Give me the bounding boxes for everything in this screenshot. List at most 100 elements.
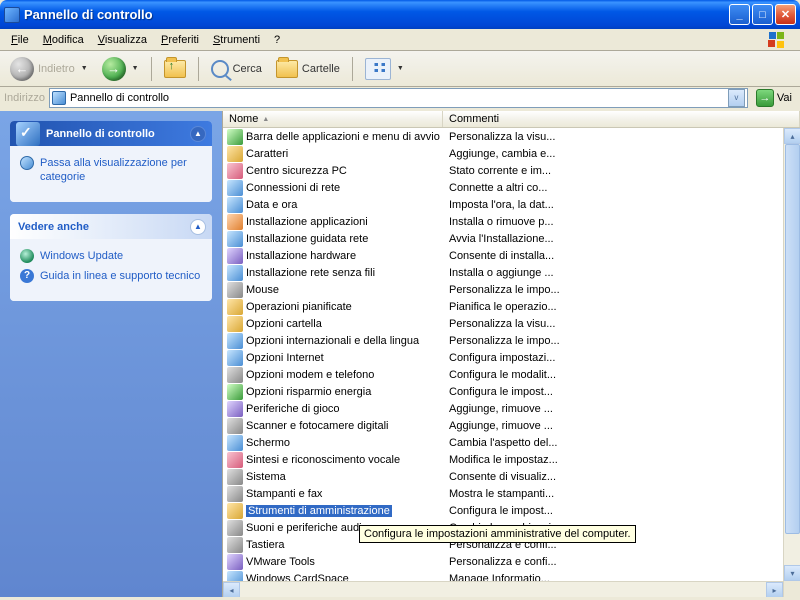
menu-help[interactable]: ? — [267, 32, 287, 48]
item-comment: Personalizza la visu... — [443, 318, 800, 330]
address-bar: Indirizzo Pannello di controllo v → Vai — [0, 87, 800, 111]
column-header-name[interactable]: Nome ▲ — [223, 111, 443, 127]
list-item[interactable]: CaratteriAggiunge, cambia e... — [223, 145, 800, 162]
sidebar-link-windows-update[interactable]: Windows Update — [20, 249, 202, 263]
views-icon — [365, 58, 391, 80]
item-icon — [227, 163, 243, 179]
list-item[interactable]: Scanner e fotocamere digitaliAggiunge, r… — [223, 417, 800, 434]
scroll-right-button[interactable]: ▸ — [766, 582, 783, 597]
item-icon — [227, 146, 243, 162]
item-comment: Stato corrente e im... — [443, 165, 800, 177]
tooltip: Configura le impostazioni amministrative… — [359, 525, 636, 543]
list-item[interactable]: Installazione guidata reteAvvia l'Instal… — [223, 230, 800, 247]
item-comment: Consente di installa... — [443, 250, 800, 262]
item-name: Caratteri — [246, 148, 288, 160]
list-item[interactable]: Opzioni risparmio energiaConfigura le im… — [223, 383, 800, 400]
item-comment: Configura impostazi... — [443, 352, 800, 364]
item-icon — [227, 316, 243, 332]
list-item[interactable]: Installazione rete senza filiInstalla o … — [223, 264, 800, 281]
list-item[interactable]: Opzioni internazionali e della linguaPer… — [223, 332, 800, 349]
item-comment: Imposta l'ora, la dat... — [443, 199, 800, 211]
menu-preferiti[interactable]: Preferiti — [154, 32, 206, 48]
close-button[interactable]: ✕ — [775, 4, 796, 25]
item-icon — [227, 180, 243, 196]
back-arrow-icon: ← — [10, 57, 34, 81]
list-item[interactable]: Opzioni InternetConfigura impostazi... — [223, 349, 800, 366]
list-item[interactable]: Periferiche di giocoAggiunge, rimuove ..… — [223, 400, 800, 417]
list-item[interactable]: Sintesi e riconoscimento vocaleModifica … — [223, 451, 800, 468]
list-item[interactable]: Stampanti e faxMostra le stampanti... — [223, 485, 800, 502]
item-name: Periferiche di gioco — [246, 403, 340, 415]
sidebar-link-category-view[interactable]: Passa alla visualizzazione per categorie — [20, 156, 202, 184]
item-comment: Configura le modalit... — [443, 369, 800, 381]
views-dropdown-icon[interactable]: ▼ — [397, 65, 404, 72]
item-comment: Configura le impost... — [443, 505, 800, 517]
item-icon — [227, 554, 243, 570]
menu-strumenti[interactable]: Strumenti — [206, 32, 267, 48]
item-comment: Aggiunge, rimuove ... — [443, 420, 800, 432]
sidebar-panel-header[interactable]: Pannello di controllo ▲ — [10, 121, 212, 146]
item-name: Data e ora — [246, 199, 297, 211]
list-item[interactable]: Data e ora Imposta l'ora, la dat... — [223, 196, 800, 213]
go-button[interactable]: → Vai — [752, 88, 796, 108]
sidebar-panel-control-panel: Pannello di controllo ▲ Passa alla visua… — [10, 121, 212, 202]
sidebar-panel-header[interactable]: Vedere anche ▲ — [10, 214, 212, 239]
folders-icon — [276, 60, 298, 78]
collapse-icon[interactable]: ▲ — [190, 126, 206, 142]
item-name: Strumenti di amministrazione — [246, 505, 392, 517]
views-button[interactable]: ▼ — [359, 55, 410, 83]
list-item[interactable]: Opzioni modem e telefonoConfigura le mod… — [223, 366, 800, 383]
list-item[interactable]: Operazioni pianificatePianifica le opera… — [223, 298, 800, 315]
item-name: Windows CardSpace — [246, 573, 349, 582]
sidebar-link-help[interactable]: ? Guida in linea e supporto tecnico — [20, 269, 202, 283]
list-item[interactable]: SchermoCambia l'aspetto del... — [223, 434, 800, 451]
list-item[interactable]: VMware ToolsPersonalizza e confi... — [223, 553, 800, 570]
scroll-up-button[interactable]: ▴ — [784, 128, 800, 144]
menu-visualizza[interactable]: Visualizza — [91, 32, 154, 48]
control-panel-header-icon — [16, 122, 40, 146]
minimize-button[interactable]: _ — [729, 4, 750, 25]
item-comment: Manage Informatio... — [443, 573, 800, 582]
item-comment: Personalizza la visu... — [443, 131, 800, 143]
address-dropdown-button[interactable]: v — [728, 89, 745, 107]
sidebar-link-label: Passa alla visualizzazione per categorie — [40, 156, 202, 184]
list-item[interactable]: Strumenti di amministrazione Configura le… — [223, 502, 800, 519]
collapse-icon[interactable]: ▲ — [190, 219, 206, 235]
item-comment: Connette a altri co... — [443, 182, 800, 194]
list-item[interactable]: MousePersonalizza le impo... — [223, 281, 800, 298]
list-item[interactable]: Windows CardSpace Manage Informatio... — [223, 570, 800, 581]
vertical-scrollbar[interactable]: ▴ ▾ — [783, 128, 800, 597]
toolbar-separator — [352, 57, 353, 81]
scroll-left-button[interactable]: ◂ — [223, 582, 240, 597]
up-button[interactable]: ↑ — [158, 57, 192, 81]
forward-button[interactable]: → ▼ — [96, 54, 145, 84]
menu-modifica[interactable]: Modifica — [36, 32, 91, 48]
list-item[interactable]: Installazione hardwareConsente di instal… — [223, 247, 800, 264]
list-item[interactable]: Connessioni di reteConnette a altri co..… — [223, 179, 800, 196]
scroll-down-button[interactable]: ▾ — [784, 565, 800, 581]
list-item[interactable]: Centro sicurezza PCStato corrente e im..… — [223, 162, 800, 179]
folders-button[interactable]: Cartelle — [270, 57, 346, 81]
item-comment: Modifica le impostaz... — [443, 454, 800, 466]
list-item[interactable]: Opzioni cartellaPersonalizza la visu... — [223, 315, 800, 332]
search-label: Cerca — [233, 63, 262, 75]
item-name: Operazioni pianificate — [246, 301, 352, 313]
list-item[interactable]: Installazione applicazioniInstalla o rim… — [223, 213, 800, 230]
address-combo[interactable]: Pannello di controllo v — [49, 88, 748, 108]
scroll-thumb[interactable] — [785, 144, 800, 534]
horizontal-scrollbar[interactable]: ◂ ▸ — [223, 581, 783, 597]
item-icon — [227, 571, 243, 582]
item-icon — [227, 435, 243, 451]
list-item[interactable]: SistemaConsente di visualiz... — [223, 468, 800, 485]
item-icon — [227, 248, 243, 264]
back-dropdown-icon[interactable]: ▼ — [81, 65, 88, 72]
back-button[interactable]: ← Indietro ▼ — [4, 54, 94, 84]
menu-file[interactable]: File — [4, 32, 36, 48]
maximize-button[interactable]: □ — [752, 4, 773, 25]
item-icon — [227, 231, 243, 247]
search-button[interactable]: Cerca — [205, 57, 268, 81]
folder-up-icon: ↑ — [164, 60, 186, 78]
list-item[interactable]: Barra delle applicazioni e menu di avvio… — [223, 128, 800, 145]
column-header-comments[interactable]: Commenti — [443, 111, 800, 127]
forward-dropdown-icon[interactable]: ▼ — [132, 65, 139, 72]
